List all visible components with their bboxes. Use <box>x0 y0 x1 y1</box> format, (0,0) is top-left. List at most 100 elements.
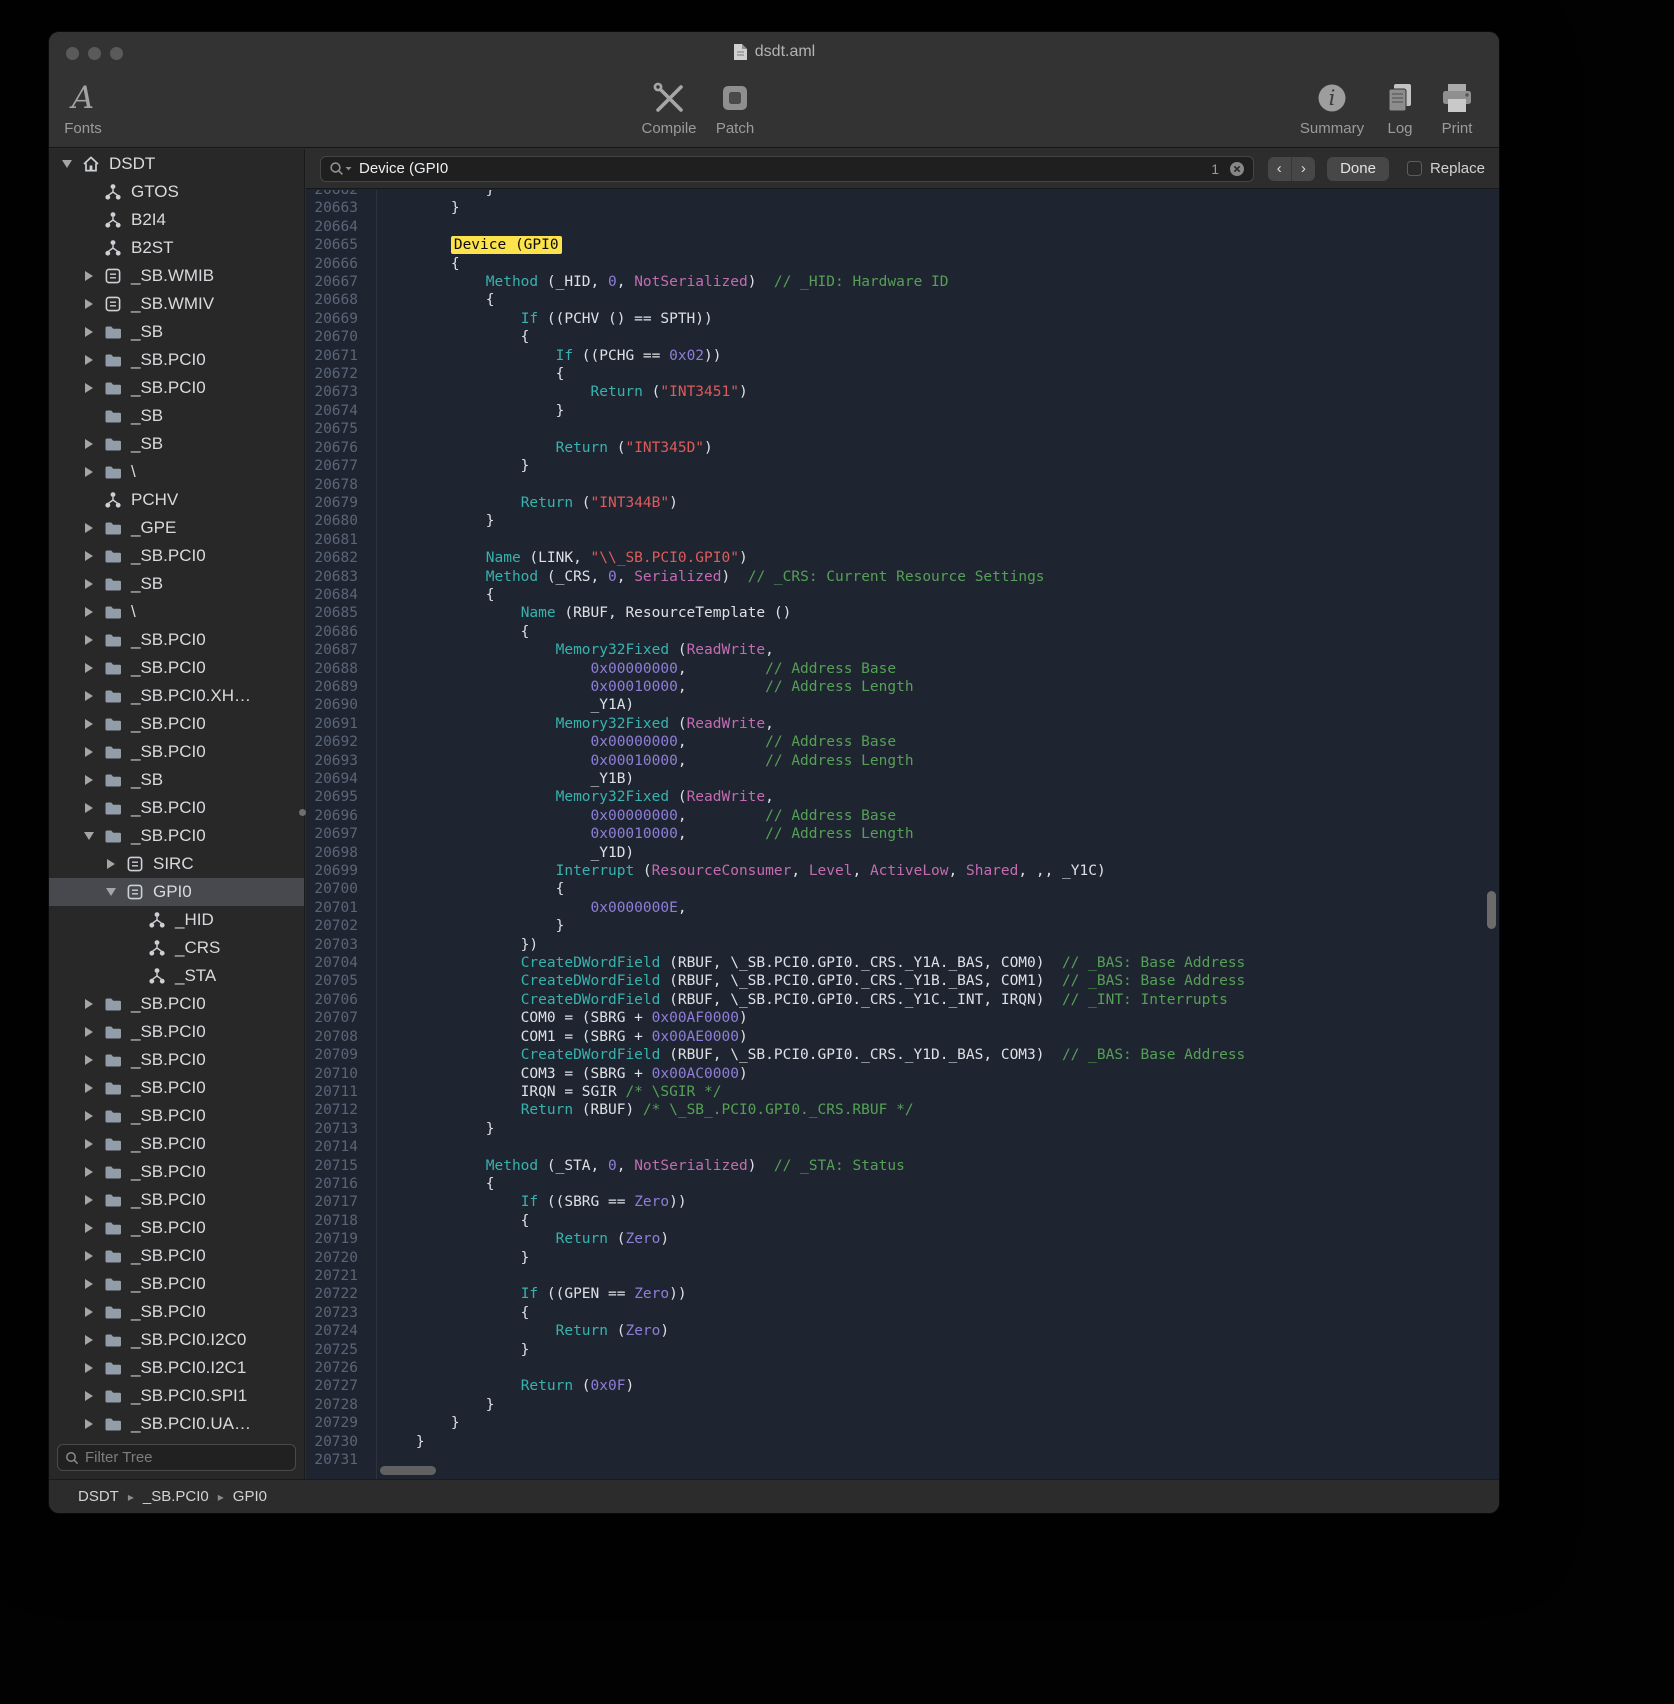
replace-checkbox[interactable] <box>1407 161 1422 176</box>
code-text[interactable]: } <box>368 1396 495 1414</box>
tree-item[interactable]: GTOS <box>49 178 304 206</box>
code-text[interactable]: Memory32Fixed (ReadWrite, <box>368 788 774 806</box>
code-text[interactable] <box>368 476 381 494</box>
patch-button[interactable]: Patch <box>705 76 765 137</box>
tree-item[interactable]: _SB.PCI0 <box>49 1102 304 1130</box>
log-button[interactable]: Log <box>1375 76 1425 137</box>
code-text[interactable]: Method (_STA, 0, NotSerialized) // _STA:… <box>368 1157 905 1175</box>
disclosure-triangle-icon[interactable] <box>81 355 96 365</box>
code-text[interactable]: Return ("INT3451") <box>368 383 748 401</box>
tree-item[interactable]: _SB.WMIV <box>49 290 304 318</box>
tree-item[interactable]: _SB.PCI0 <box>49 1018 304 1046</box>
code-text[interactable]: 0x00010000, // Address Length <box>368 825 914 843</box>
tree-item[interactable]: GPI0 <box>49 878 304 906</box>
code-text[interactable]: { <box>368 586 495 604</box>
code-text[interactable]: Return (Zero) <box>368 1230 669 1248</box>
tree-item[interactable]: _SB.PCI0.I2C0 <box>49 1326 304 1354</box>
summary-button[interactable]: i Summary <box>1292 76 1372 137</box>
tree-item[interactable]: _SB.PCI0.I2C1 <box>49 1354 304 1382</box>
tree-item[interactable]: _CRS <box>49 934 304 962</box>
disclosure-triangle-icon[interactable] <box>59 160 74 168</box>
disclosure-triangle-icon[interactable] <box>81 383 96 393</box>
disclosure-triangle-icon[interactable] <box>81 1139 96 1149</box>
code-text[interactable]: Device (GPI0 <box>368 236 562 254</box>
tree-item[interactable]: \ <box>49 598 304 626</box>
disclosure-triangle-icon[interactable] <box>81 1363 96 1373</box>
disclosure-triangle-icon[interactable] <box>81 719 96 729</box>
disclosure-triangle-icon[interactable] <box>81 1167 96 1177</box>
code-text[interactable] <box>368 531 381 549</box>
disclosure-triangle-icon[interactable] <box>81 775 96 785</box>
find-input[interactable] <box>359 160 1205 177</box>
code-text[interactable]: 0x00000000, // Address Base <box>368 807 896 825</box>
disclosure-triangle-icon[interactable] <box>103 859 118 869</box>
disclosure-triangle-icon[interactable] <box>81 299 96 309</box>
code-text[interactable]: Interrupt (ResourceConsumer, Level, Acti… <box>368 862 1106 880</box>
code-text[interactable]: Return (RBUF) /* \_SB_.PCI0.GPI0._CRS.RB… <box>368 1101 914 1119</box>
code-text[interactable]: CreateDWordField (RBUF, \_SB.PCI0.GPI0._… <box>368 972 1245 990</box>
vertical-scrollbar-thumb[interactable] <box>1487 891 1496 929</box>
breadcrumb-item[interactable]: DSDT <box>78 1488 119 1505</box>
disclosure-triangle-icon[interactable] <box>81 803 96 813</box>
code-text[interactable]: Name (RBUF, ResourceTemplate () <box>368 604 791 622</box>
code-text[interactable]: COM1 = (SBRG + 0x00AE0000) <box>368 1028 748 1046</box>
find-next-button[interactable]: › <box>1292 157 1315 181</box>
code-text[interactable]: } <box>368 199 460 217</box>
tree-item[interactable]: _SB.PCI0 <box>49 1298 304 1326</box>
code-text[interactable]: 0x0000000E, <box>368 899 687 917</box>
disclosure-triangle-icon[interactable] <box>81 1195 96 1205</box>
disclosure-triangle-icon[interactable] <box>81 1027 96 1037</box>
tree-item[interactable]: _SB <box>49 318 304 346</box>
code-text[interactable]: Return (0x0F) <box>368 1377 634 1395</box>
code-text[interactable]: { <box>368 1212 529 1230</box>
compile-button[interactable]: Compile <box>625 76 713 137</box>
splitter-handle[interactable] <box>299 809 306 816</box>
disclosure-triangle-icon[interactable] <box>81 1391 96 1401</box>
code-text[interactable]: } <box>368 1414 460 1432</box>
tree-item[interactable]: _GPE <box>49 514 304 542</box>
fonts-button[interactable]: A Fonts <box>52 76 114 137</box>
code-text[interactable]: 0x00010000, // Address Length <box>368 678 914 696</box>
code-text[interactable]: } <box>368 1249 529 1267</box>
tree-item[interactable]: _SB.PCI0 <box>49 654 304 682</box>
code-text[interactable]: { <box>368 623 529 641</box>
disclosure-triangle-icon[interactable] <box>81 1279 96 1289</box>
code-text[interactable]: CreateDWordField (RBUF, \_SB.PCI0.GPI0._… <box>368 991 1228 1009</box>
code-text[interactable]: } <box>368 1120 495 1138</box>
code-text[interactable]: { <box>368 328 529 346</box>
tree-item[interactable]: DSDT <box>49 150 304 178</box>
tree-item[interactable]: _SB.PCI0 <box>49 374 304 402</box>
tree-item[interactable]: _SB <box>49 570 304 598</box>
done-button[interactable]: Done <box>1327 157 1389 181</box>
disclosure-triangle-icon[interactable] <box>81 691 96 701</box>
tree-item[interactable]: _SB <box>49 766 304 794</box>
tree-item[interactable]: _SB.PCI0 <box>49 1130 304 1158</box>
tree-item[interactable]: _HID <box>49 906 304 934</box>
tree-item[interactable]: _SB.PCI0 <box>49 1186 304 1214</box>
disclosure-triangle-icon[interactable] <box>81 1111 96 1121</box>
tree-item[interactable]: _SB.PCI0 <box>49 1074 304 1102</box>
code-text[interactable]: If ((SBRG == Zero)) <box>368 1193 687 1211</box>
tree-item[interactable]: _SB.PCI0 <box>49 794 304 822</box>
code-text[interactable]: _Y1A) <box>368 696 634 714</box>
disclosure-triangle-icon[interactable] <box>81 1307 96 1317</box>
tree-item[interactable]: B2ST <box>49 234 304 262</box>
disclosure-triangle-icon[interactable] <box>81 467 96 477</box>
code-text[interactable]: } <box>368 1341 529 1359</box>
code-text[interactable]: CreateDWordField (RBUF, \_SB.PCI0.GPI0._… <box>368 1046 1245 1064</box>
tree-item[interactable]: _SB.PCI0.XH… <box>49 682 304 710</box>
code-text[interactable]: } <box>368 512 495 530</box>
code-text[interactable]: _Y1D) <box>368 844 634 862</box>
tree-item[interactable]: _SB.PCI0 <box>49 1214 304 1242</box>
disclosure-triangle-icon[interactable] <box>81 1251 96 1261</box>
tree-item[interactable]: B2I4 <box>49 206 304 234</box>
code-text[interactable]: Return ("INT345D") <box>368 439 713 457</box>
disclosure-triangle-icon[interactable] <box>81 663 96 673</box>
tree-item[interactable]: _SB.PCI0 <box>49 738 304 766</box>
code-text[interactable]: } <box>368 402 564 420</box>
code-text[interactable] <box>368 218 381 236</box>
tree-item[interactable]: _SB <box>49 402 304 430</box>
code-text[interactable]: Memory32Fixed (ReadWrite, <box>368 641 774 659</box>
find-field[interactable]: 1 <box>320 156 1254 182</box>
tree-item[interactable]: _SB.PCI0 <box>49 1046 304 1074</box>
